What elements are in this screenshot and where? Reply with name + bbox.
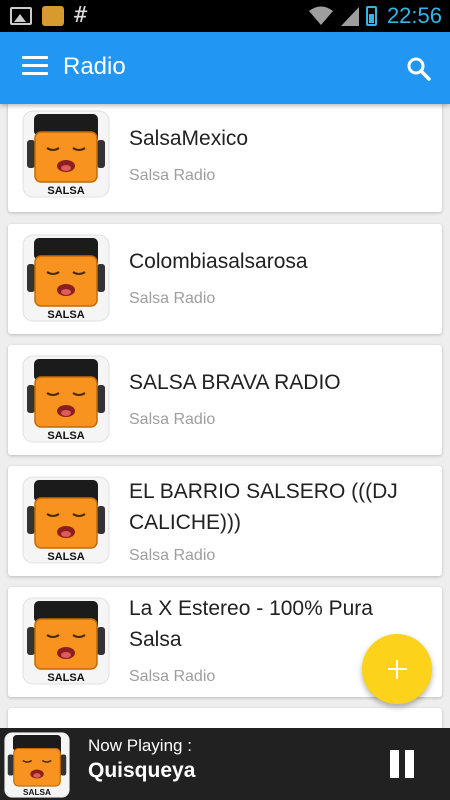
wifi-icon bbox=[308, 6, 333, 25]
salsa-logo-icon bbox=[22, 110, 110, 198]
station-genre: Salsa Radio bbox=[129, 547, 216, 564]
station-name: Colombiasalsarosa bbox=[129, 250, 308, 273]
station-card[interactable]: SALSA BRAVA RADIO Salsa Radio bbox=[8, 345, 442, 455]
page-title: Radio bbox=[63, 53, 126, 80]
battery-icon bbox=[365, 6, 377, 26]
pause-icon bbox=[390, 750, 399, 778]
hash-notification-icon: # bbox=[74, 3, 88, 28]
station-genre: Salsa Radio bbox=[129, 668, 216, 685]
app-bar: Radio bbox=[0, 32, 450, 104]
salsa-logo-icon bbox=[22, 476, 110, 564]
station-card[interactable]: Colombiasalsarosa Salsa Radio bbox=[8, 224, 442, 334]
salsa-logo-icon bbox=[4, 732, 70, 798]
menu-icon[interactable] bbox=[22, 56, 48, 78]
salsa-logo-icon bbox=[22, 234, 110, 322]
now-playing-label: Now Playing : bbox=[88, 736, 192, 755]
station-card[interactable]: EL BARRIO SALSERO (((DJ CALICHE))) Salsa… bbox=[8, 466, 442, 576]
now-playing-station: Quisqueya bbox=[88, 759, 196, 782]
station-name: SalsaMexico bbox=[129, 127, 249, 150]
station-list[interactable]: SalsaMexico Salsa Radio Colombiasalsaros… bbox=[0, 104, 450, 728]
app-notification-icon bbox=[42, 6, 64, 26]
salsa-logo-icon bbox=[22, 597, 110, 685]
station-name: SALSA BRAVA RADIO bbox=[129, 371, 341, 394]
station-name: EL BARRIO SALSERO (((DJ CALICHE))) bbox=[129, 480, 398, 534]
signal-icon bbox=[340, 7, 359, 26]
station-genre: Salsa Radio bbox=[129, 167, 216, 184]
station-card-partial[interactable] bbox=[8, 708, 442, 728]
station-genre: Salsa Radio bbox=[129, 411, 216, 428]
station-card[interactable]: SalsaMexico Salsa Radio bbox=[8, 104, 442, 212]
clock: 22:56 bbox=[386, 3, 442, 28]
now-playing-bar[interactable]: Now Playing : Quisqueya bbox=[0, 728, 450, 800]
add-station-button[interactable] bbox=[362, 634, 432, 704]
station-genre: Salsa Radio bbox=[129, 290, 216, 307]
pause-button[interactable] bbox=[388, 750, 416, 778]
salsa-logo-icon bbox=[22, 355, 110, 443]
search-icon[interactable] bbox=[406, 56, 432, 82]
status-bar: # 22:56 bbox=[0, 0, 450, 32]
image-notification-icon bbox=[10, 7, 32, 25]
